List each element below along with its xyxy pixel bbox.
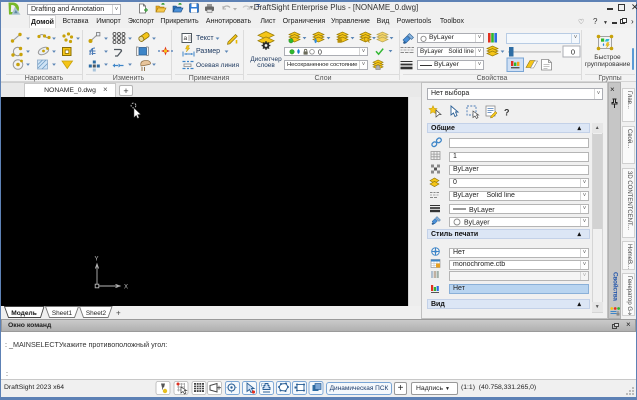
svg-text:+: + — [116, 308, 121, 317]
svg-text:?: ? — [504, 108, 510, 118]
svg-text:F: F — [261, 383, 264, 388]
svg-text:0: 0 — [571, 48, 575, 57]
svg-text:Sheet1: Sheet1 — [52, 309, 73, 316]
svg-text:Y: Y — [95, 257, 99, 263]
svg-text:X: X — [124, 285, 128, 291]
svg-text:Sheet2: Sheet2 — [86, 309, 107, 316]
svg-text:Модель: Модель — [11, 309, 37, 316]
svg-text:0: 0 — [318, 50, 322, 57]
svg-text:a: a — [184, 35, 188, 42]
